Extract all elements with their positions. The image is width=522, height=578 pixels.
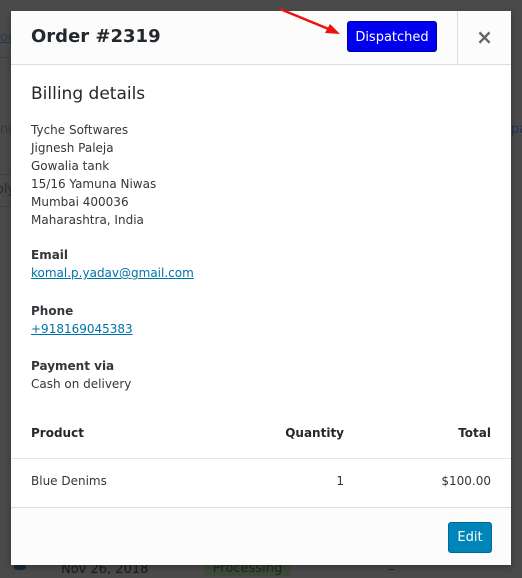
product-name: Blue Denims xyxy=(31,474,107,488)
product-total: $100.00 xyxy=(441,474,491,488)
email-link-wrap: komal.p.yadav@gmail.com xyxy=(31,266,194,280)
background-text-fragment: pa xyxy=(511,122,522,137)
background-divider xyxy=(0,174,11,175)
billing-address: Tyche Softwares Jignesh Paleja Gowalia t… xyxy=(31,121,156,229)
arrow-head xyxy=(325,24,340,34)
billing-details-heading: Billing details xyxy=(31,84,146,104)
phone-label: Phone xyxy=(31,304,74,318)
address-line: Jignesh Paleja xyxy=(31,141,114,155)
address-line: 15/16 Yamuna Niwas xyxy=(31,177,157,191)
products-table-header: Product Quantity Total xyxy=(11,410,511,459)
address-line: Tyche Softwares xyxy=(31,123,129,137)
edit-button[interactable]: Edit xyxy=(448,522,492,553)
column-header-quantity: Quantity xyxy=(285,426,344,440)
address-line: Gowalia tank xyxy=(31,159,110,173)
product-quantity: 1 xyxy=(336,474,344,488)
address-line: Maharashtra, India xyxy=(31,213,144,227)
order-preview-modal: Order #2319 Dispatched × Billing details… xyxy=(11,11,511,565)
phone-link-wrap: +918169045383 xyxy=(31,322,133,336)
modal-footer: Edit xyxy=(11,507,511,565)
annotation-arrow-icon xyxy=(279,7,340,34)
payment-method: Cash on delivery xyxy=(31,377,132,391)
email-label: Email xyxy=(31,248,69,262)
table-row: Blue Denims 1 $100.00 xyxy=(11,459,511,508)
background-divider xyxy=(0,206,11,207)
payment-label: Payment via xyxy=(31,359,115,373)
arrow-shaft xyxy=(279,7,332,32)
column-header-total: Total xyxy=(458,426,491,440)
column-header-product: Product xyxy=(31,426,84,440)
phone-link[interactable]: +918169045383 xyxy=(31,322,133,336)
address-line: Mumbai 400036 xyxy=(31,195,129,209)
email-link[interactable]: komal.p.yadav@gmail.com xyxy=(31,266,194,280)
